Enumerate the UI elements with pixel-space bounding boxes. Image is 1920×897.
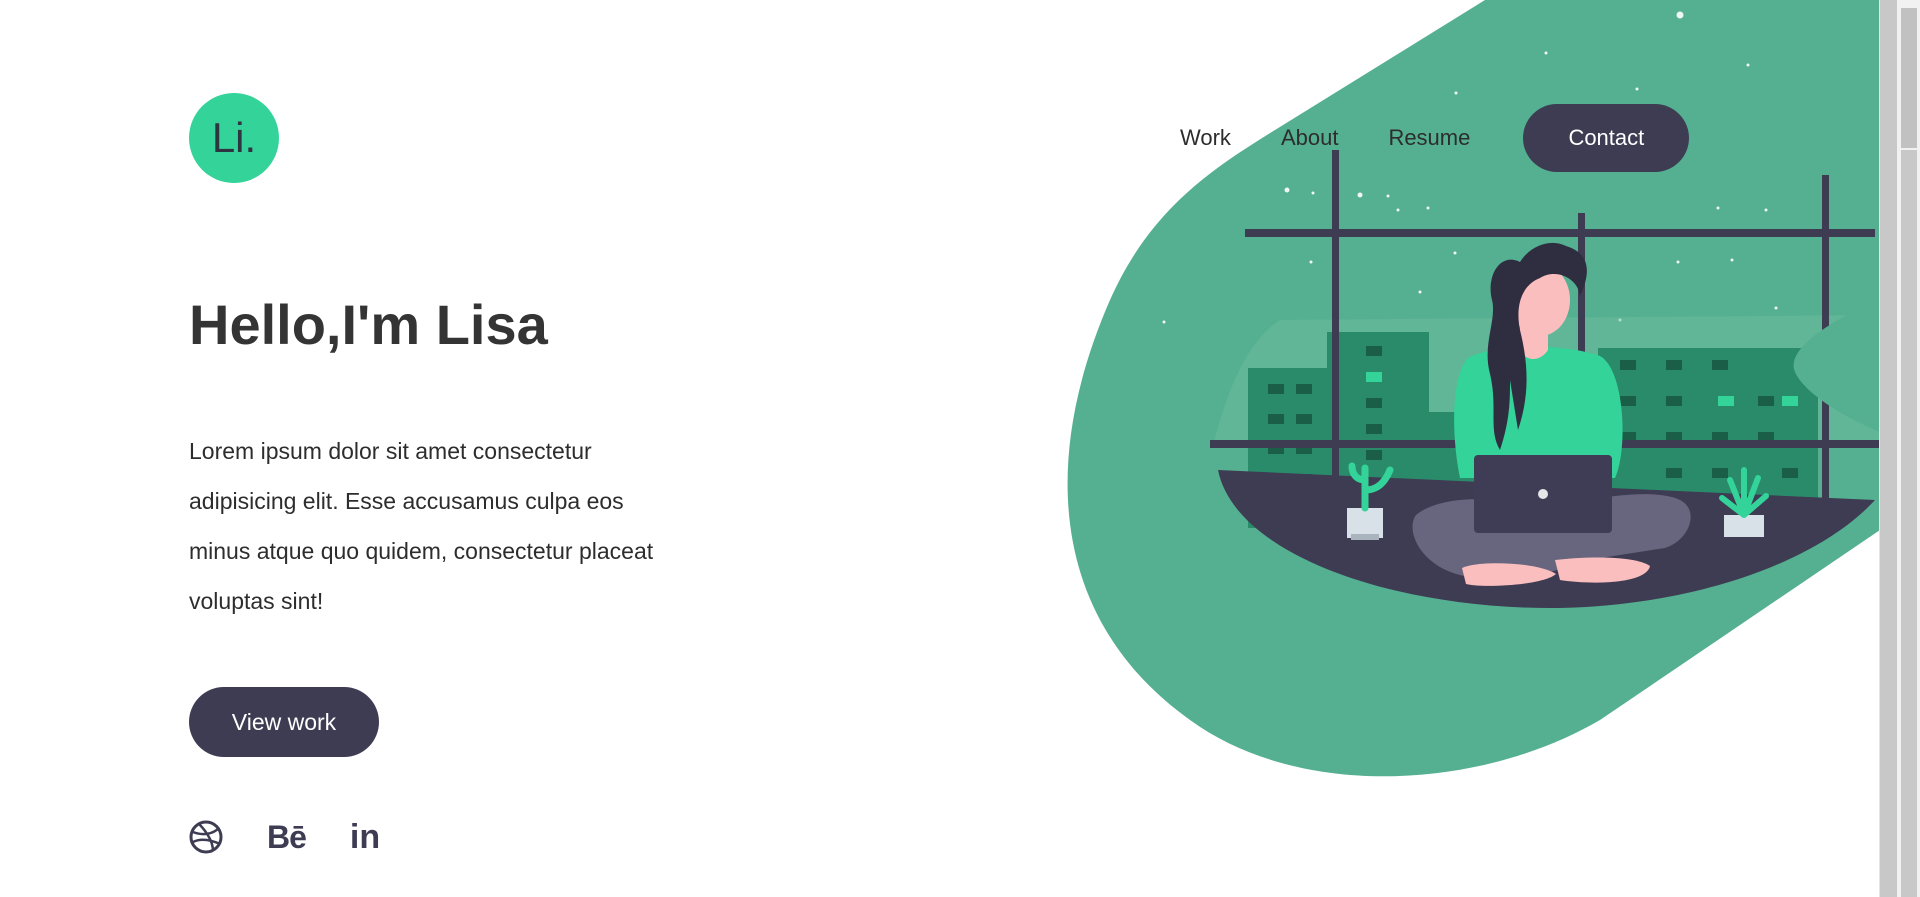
behance-link[interactable]: Bē	[267, 818, 307, 856]
behance-icon: Bē	[267, 818, 307, 855]
logo-text: Li.	[211, 114, 257, 161]
page-scrollbar[interactable]	[1879, 0, 1920, 897]
nav-link-about[interactable]: About	[1281, 125, 1339, 151]
linkedin-link[interactable]: in	[350, 818, 380, 857]
hero-description: Lorem ipsum dolor sit amet consectetur a…	[189, 438, 654, 614]
contact-button[interactable]: Contact	[1523, 104, 1690, 172]
nav-link-resume[interactable]: Resume	[1388, 125, 1470, 151]
main-nav: Work About Resume Contact	[1180, 104, 1690, 172]
nav-link-work[interactable]: Work	[1180, 125, 1231, 151]
view-work-button[interactable]: View work	[189, 687, 379, 757]
social-links: Bē in	[189, 817, 424, 857]
scrollbar-thumb[interactable]	[1901, 8, 1917, 148]
dribbble-link[interactable]	[189, 820, 223, 854]
plant-right	[1719, 467, 1769, 537]
hero-title: Hello,I'm Lisa	[189, 293, 548, 356]
scrollbar-track[interactable]	[1901, 150, 1917, 897]
scrollbar-gutter	[1880, 0, 1897, 897]
logo[interactable]: Li.	[189, 93, 279, 183]
linkedin-icon: in	[349, 817, 381, 856]
dribbble-icon	[189, 820, 223, 854]
